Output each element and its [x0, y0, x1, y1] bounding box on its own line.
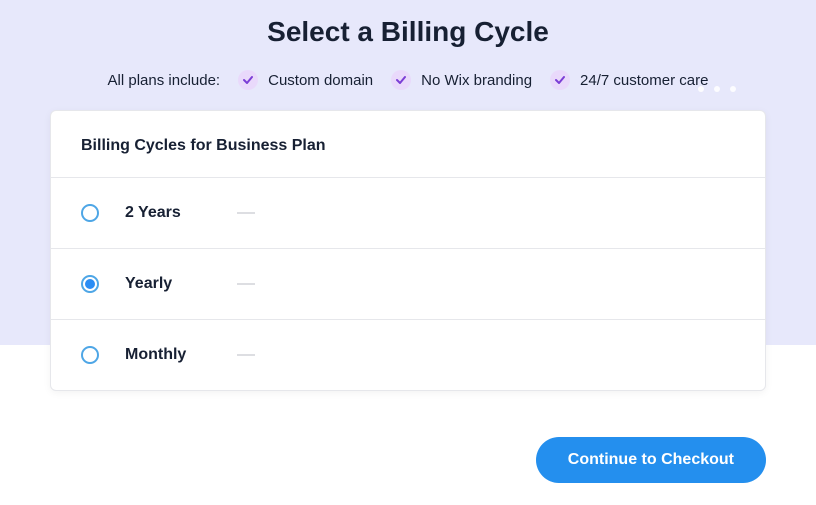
cta-area: Continue to Checkout — [0, 437, 816, 483]
dash-icon — [237, 283, 255, 285]
feature-label: Custom domain — [268, 72, 373, 89]
option-label: Monthly — [125, 346, 215, 364]
billing-option-2-years[interactable]: 2 Years — [51, 178, 765, 249]
radio-icon — [81, 275, 99, 293]
billing-cycle-card: Billing Cycles for Business Plan 2 Years… — [50, 110, 766, 391]
feature-label: No Wix branding — [421, 72, 532, 89]
features-intro: All plans include: — [108, 72, 221, 89]
check-icon — [238, 70, 258, 90]
radio-icon — [81, 204, 99, 222]
dash-icon — [237, 354, 255, 356]
billing-option-yearly[interactable]: Yearly — [51, 249, 765, 320]
check-icon — [391, 70, 411, 90]
card-header: Billing Cycles for Business Plan — [51, 111, 765, 178]
feature-item-custom-domain: Custom domain — [238, 70, 373, 90]
option-label: Yearly — [125, 275, 215, 293]
feature-label: 24/7 customer care — [580, 72, 708, 89]
feature-item-customer-care: 24/7 customer care — [550, 70, 708, 90]
check-icon — [550, 70, 570, 90]
feature-item-no-branding: No Wix branding — [391, 70, 532, 90]
continue-to-checkout-button[interactable]: Continue to Checkout — [536, 437, 766, 483]
decorative-dots — [698, 86, 736, 92]
option-label: 2 Years — [125, 204, 215, 222]
dash-icon — [237, 212, 255, 214]
features-row: All plans include: Custom domain No Wix … — [0, 70, 816, 90]
page-title: Select a Billing Cycle — [0, 0, 816, 48]
billing-option-monthly[interactable]: Monthly — [51, 320, 765, 390]
radio-icon — [81, 346, 99, 364]
